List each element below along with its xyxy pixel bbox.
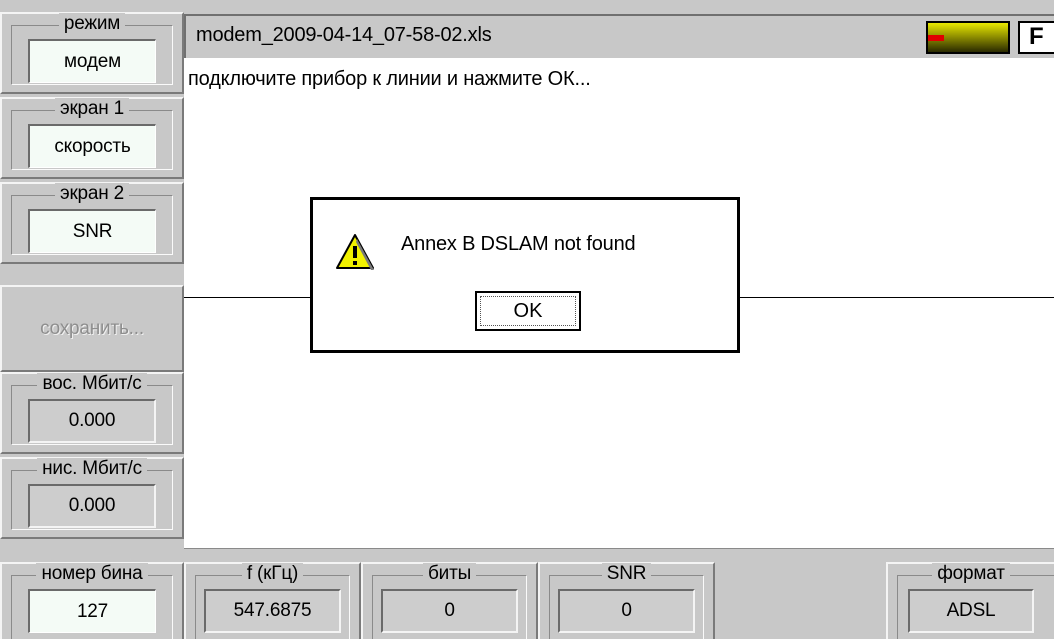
format-value: ADSL — [908, 589, 1034, 633]
frequency-value: 547.6875 — [204, 589, 341, 633]
screen1-selector[interactable]: скорость — [28, 124, 156, 168]
bits-label: биты — [422, 563, 477, 584]
downstream-rate-label: нис. Мбит/с — [37, 458, 147, 479]
bin-number-group: номер бина 127 — [0, 562, 184, 639]
upstream-rate-label: вос. Мбит/с — [37, 373, 147, 394]
upstream-rate-value: 0.000 — [28, 399, 156, 443]
signal-level-indicator — [926, 21, 1010, 54]
screen2-group: экран 2 SNR — [0, 182, 184, 264]
snr-group: SNR 0 — [538, 562, 715, 639]
snr-value: 0 — [558, 589, 695, 633]
baseline-left — [184, 297, 310, 298]
snr-label: SNR — [601, 563, 652, 584]
baseline-right — [740, 297, 1054, 298]
file-title-bar: modem_2009-04-14_07-58-02.xls F — [184, 14, 1054, 58]
mode-label: режим — [58, 13, 126, 34]
downstream-rate-group: нис. Мбит/с 0.000 — [0, 457, 184, 539]
ok-button[interactable]: OK — [475, 291, 581, 331]
dialog-message: Annex B DSLAM not found — [401, 233, 636, 255]
frequency-group: f (кГц) 547.6875 — [184, 562, 361, 639]
instruction-text: подключите прибор к линии и нажмите ОК..… — [188, 68, 591, 90]
mode-selector[interactable]: модем — [28, 39, 156, 83]
bin-number-input[interactable]: 127 — [28, 589, 156, 633]
screen2-selector[interactable]: SNR — [28, 209, 156, 253]
bits-group: биты 0 — [361, 562, 538, 639]
format-group: формат ADSL — [886, 562, 1054, 639]
level-low-mark — [928, 35, 944, 41]
screen2-label: экран 2 — [54, 183, 130, 204]
upstream-rate-group: вос. Мбит/с 0.000 — [0, 372, 184, 454]
frequency-label: f (кГц) — [241, 563, 304, 584]
screen1-label: экран 1 — [54, 98, 130, 119]
alert-dialog: Annex B DSLAM not found OK — [310, 197, 740, 353]
screen1-group: экран 1 скорость — [0, 97, 184, 179]
warning-icon — [335, 232, 375, 272]
bin-number-label: номер бина — [36, 563, 148, 584]
downstream-rate-value: 0.000 — [28, 484, 156, 528]
file-name: modem_2009-04-14_07-58-02.xls — [196, 24, 492, 46]
bits-value: 0 — [381, 589, 518, 633]
save-button[interactable]: сохранить... — [0, 285, 184, 372]
format-label: формат — [932, 563, 1010, 584]
f-button[interactable]: F — [1018, 21, 1054, 54]
mode-group: режим модем — [0, 12, 184, 94]
